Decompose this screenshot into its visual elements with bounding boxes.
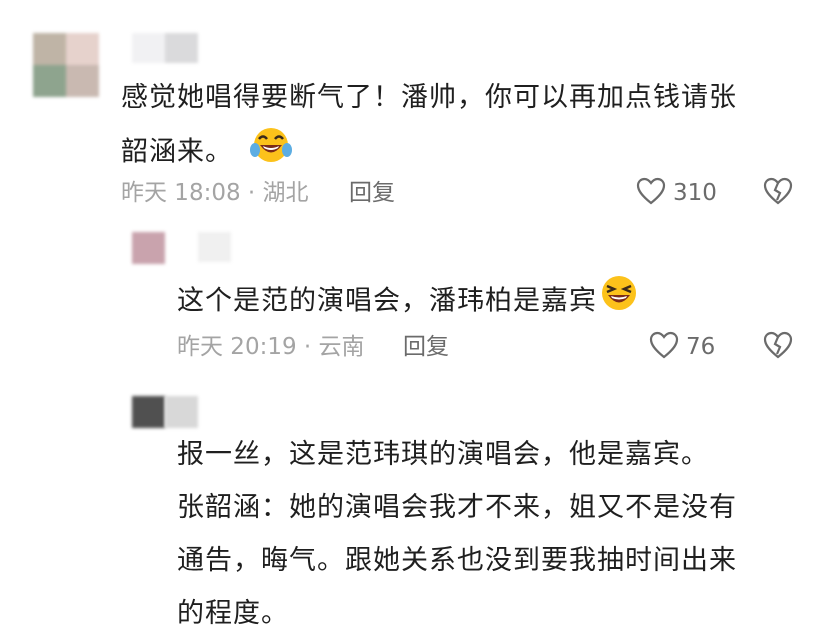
- laughing-tears-emoji-icon: [249, 124, 293, 182]
- username-redacted[interactable]: [132, 33, 198, 63]
- laughing-emoji-icon: [599, 274, 639, 330]
- reply-avatar[interactable]: [132, 396, 165, 428]
- reply-button[interactable]: 回复: [403, 332, 449, 362]
- reply-avatar[interactable]: [132, 232, 165, 264]
- avatar[interactable]: [33, 33, 99, 97]
- comment-meta: 昨天 18:08 · 湖北: [121, 180, 309, 206]
- comment-text: 感觉她唱得要断气了！潘帅，你可以再加点钱请张 韶涵来。: [121, 71, 821, 182]
- reply-text: 报一丝，这是范玮琪的演唱会，他是嘉宾。 张韶涵：她的演唱会我才不来，姐又不是没有…: [177, 428, 817, 640]
- reply-text: 这个是范的演唱会，潘玮柏是嘉宾: [177, 274, 817, 330]
- like-button[interactable]: 76: [648, 330, 715, 364]
- comment-text-line: 韶涵来。: [121, 124, 821, 182]
- comment-text-line: 感觉她唱得要断气了！潘帅，你可以再加点钱请张: [121, 82, 737, 113]
- reply-text-line: 报一丝，这是范玮琪的演唱会，他是嘉宾。: [177, 439, 709, 470]
- heart-outline-icon: [648, 330, 680, 364]
- heart-outline-icon: [635, 176, 667, 210]
- reply-text-line: 张韶涵：她的演唱会我才不来，姐又不是没有: [177, 492, 737, 523]
- reply-username-redacted[interactable]: [165, 396, 198, 428]
- reply-text-line: 这个是范的演唱会，潘玮柏是嘉宾: [177, 285, 597, 317]
- like-count: 76: [686, 334, 716, 360]
- like-button[interactable]: 310: [635, 176, 717, 210]
- comment-text-fragment: 韶涵来。: [121, 136, 233, 168]
- reply-text-line: 通告，晦气。跟她关系也没到要我抽时间出来: [177, 545, 737, 576]
- broken-heart-icon: [762, 176, 794, 210]
- reply-button[interactable]: 回复: [349, 178, 395, 208]
- reply-text-line: 的程度。: [177, 598, 289, 629]
- reply-meta: 昨天 20:19 · 云南: [177, 334, 365, 360]
- like-count: 310: [673, 180, 717, 206]
- dislike-button[interactable]: [762, 176, 794, 210]
- broken-heart-icon: [762, 330, 794, 364]
- dislike-button[interactable]: [762, 330, 794, 364]
- reply-username-redacted[interactable]: [198, 232, 231, 262]
